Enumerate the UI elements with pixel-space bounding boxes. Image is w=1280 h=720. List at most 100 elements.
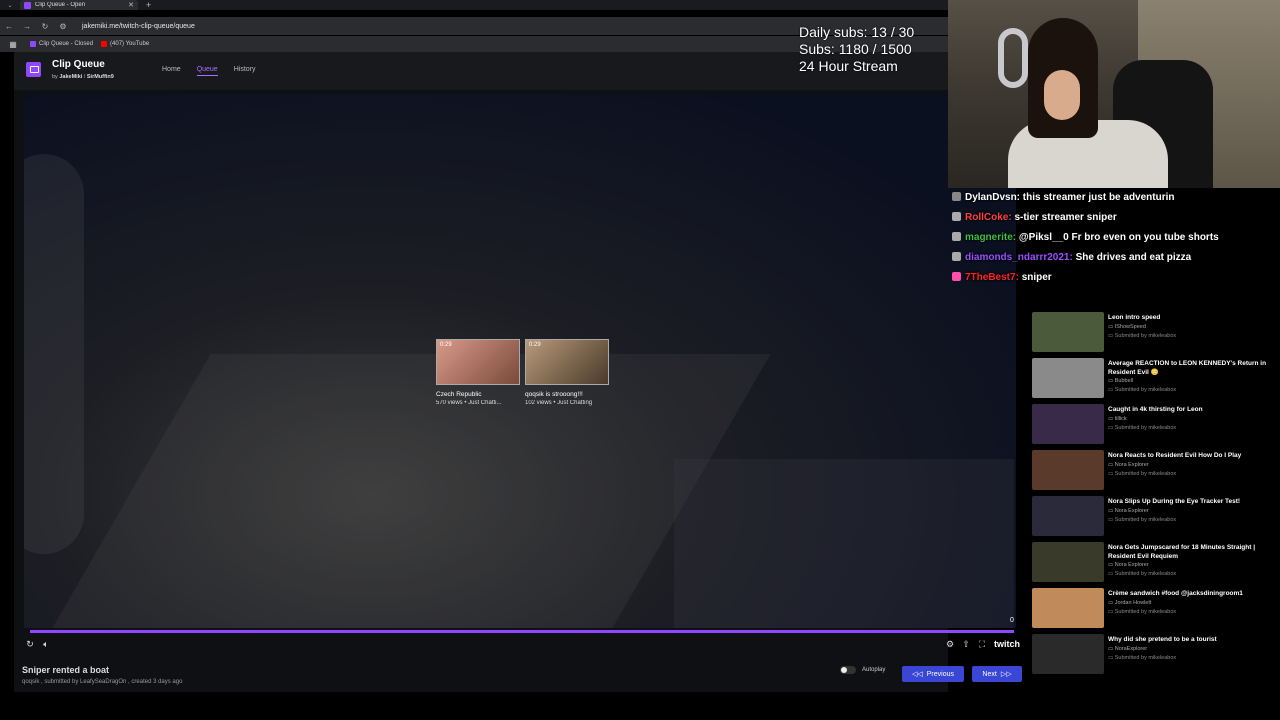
- nav-home[interactable]: Home: [162, 66, 181, 76]
- queue-item-thumbnail[interactable]: [1032, 404, 1104, 444]
- volume-icon[interactable]: 🔈︎: [38, 639, 54, 650]
- queue-item-thumbnail[interactable]: [1032, 496, 1104, 536]
- nav-queue[interactable]: Queue: [196, 66, 218, 76]
- next-label: Next: [982, 670, 997, 678]
- sub-goal-overlay: Daily subs: 13 / 30 Subs: 1180 / 1500 24…: [799, 24, 914, 75]
- chat-message: diamonds_ndarrr2021: She drives and eat …: [948, 248, 1280, 268]
- progress-bar[interactable]: [30, 630, 1014, 633]
- toggle-switch[interactable]: [840, 666, 856, 674]
- related-clip-title: Czech Republic: [436, 391, 482, 398]
- queue-item-title: Why did she pretend to be a tourist: [1108, 636, 1217, 643]
- chat-text: this streamer just be adventurin: [1022, 192, 1175, 203]
- queue-item-channel: ▭ IShowSpeed: [1108, 324, 1146, 330]
- related-clip-thumbnail[interactable]: 0:29: [436, 339, 520, 385]
- queue-item-thumbnail[interactable]: [1032, 312, 1104, 352]
- video-frame-shape: [674, 459, 1014, 628]
- queue-item-thumbnail[interactable]: [1032, 588, 1104, 628]
- browser-tab[interactable]: Clip Queue - Open ✕: [20, 0, 138, 10]
- chat-message: magnerite: @Piksl__0 Fr bro even on you …: [948, 228, 1280, 248]
- queue-item[interactable]: Nora Gets Jumpscared for 18 Minutes Stra…: [1024, 538, 1280, 584]
- queue-item-title: Crème sandwich #food @jacksdiningroom1: [1108, 590, 1243, 597]
- back-icon[interactable]: ←: [0, 22, 18, 31]
- clip-queue-logo-icon[interactable]: [26, 62, 41, 77]
- next-icon: ▷▷: [1000, 671, 1012, 678]
- queue-item-submitter: ▭ Submitted by mikeleabox: [1108, 609, 1177, 615]
- next-button[interactable]: Next ▷▷: [972, 666, 1022, 682]
- forward-icon[interactable]: →: [18, 22, 36, 31]
- tab-title: Clip Queue - Open: [35, 2, 86, 8]
- queue-item[interactable]: Crème sandwich #food @jacksdiningroom1 ▭ …: [1024, 584, 1280, 630]
- settings-icon[interactable]: ⚙: [942, 639, 958, 650]
- reload-icon[interactable]: ↻: [36, 22, 54, 31]
- twitch-favicon-icon: [30, 41, 36, 47]
- share-icon[interactable]: ⇧: [958, 639, 974, 650]
- bookmark-youtube[interactable]: (407) YouTube: [101, 41, 149, 47]
- chat-text: s-tier streamer sniper: [1014, 212, 1117, 223]
- chat-badge-icon: [952, 232, 961, 241]
- queue-item-channel: ▭ Jordan Howlett: [1108, 600, 1152, 606]
- related-clip-thumbnail[interactable]: 0:29: [525, 339, 609, 385]
- queue-item-thumbnail[interactable]: [1032, 450, 1104, 490]
- queue-item-submitter: ▭ Submitted by mikeleabox: [1108, 425, 1177, 431]
- queue-item-title: Nora Slips Up During the Eye Tracker Tes…: [1108, 498, 1241, 505]
- apps-icon[interactable]: ▦: [4, 40, 22, 49]
- clip-meta: qoqsik , submitted by LeafySeaDragOn , c…: [22, 679, 183, 685]
- daily-subs: Daily subs: 13 / 30: [799, 24, 915, 40]
- queue-item-submitter: ▭ Submitted by mikeleabox: [1108, 471, 1177, 477]
- queue-item-channel: ▭ NoraExplorer: [1108, 646, 1148, 652]
- chat-badge-icon: [952, 252, 961, 261]
- nav-history[interactable]: History: [234, 66, 256, 76]
- queue-item[interactable]: Average REACTION to LEON KENNEDY's Retur…: [1024, 354, 1280, 400]
- queue-item-thumbnail[interactable]: [1032, 358, 1104, 398]
- bookmark-clip-queue[interactable]: Clip Queue - Closed: [30, 41, 93, 47]
- queue-item[interactable]: Nora Slips Up During the Eye Tracker Tes…: [1024, 492, 1280, 538]
- queue-item[interactable]: Why did she pretend to be a tourist ▭ Nor…: [1024, 630, 1280, 676]
- chat-message: RollCoke: s-tier streamer sniper: [948, 208, 1280, 228]
- queue-item-title: Nora Reacts to Resident Evil How Do I Pl…: [1108, 452, 1242, 459]
- autoplay-toggle[interactable]: Autoplay: [840, 666, 885, 674]
- screen: ⌄ Clip Queue - Open ✕ + ← → ↻ ⚙ jakemiki…: [0, 0, 1280, 720]
- queue-item-submitter: ▭ Submitted by mikeleabox: [1108, 655, 1177, 661]
- previous-label: Previous: [926, 670, 954, 678]
- fullscreen-icon[interactable]: ⛶: [974, 639, 990, 650]
- youtube-favicon-icon: [101, 41, 108, 47]
- url-field[interactable]: jakemiki.me/twitch-clip-queue/queue: [82, 23, 195, 30]
- chat-username: RollCoke:: [965, 212, 1015, 223]
- chat-username: diamonds_ndarrr2021:: [965, 252, 1076, 263]
- close-tab-icon[interactable]: ✕: [128, 1, 134, 9]
- queue-item-submitter: ▭ Submitted by mikeleabox: [1108, 517, 1177, 523]
- clip-title: Sniper rented a boat: [22, 665, 110, 675]
- queue-item-thumbnail[interactable]: [1032, 634, 1104, 674]
- related-clip[interactable]: 0:29 qoqsik is strooong!!! 102 views • J…: [525, 339, 611, 406]
- tab-list-icon[interactable]: ⌄: [0, 2, 20, 9]
- queue-item[interactable]: Nora Reacts to Resident Evil How Do I Pl…: [1024, 446, 1280, 492]
- queue-item-channel: ▭ tillick: [1108, 416, 1127, 422]
- twitch-logo[interactable]: twitch: [994, 639, 1020, 649]
- by-label: by: [52, 74, 58, 80]
- new-tab-icon[interactable]: +: [146, 0, 151, 10]
- related-clip[interactable]: 0:29 Czech Republic 570 views • Just Cha…: [436, 339, 522, 406]
- bookmark-label: Clip Queue - Closed: [39, 41, 94, 47]
- replay-icon[interactable]: ↻: [22, 639, 38, 650]
- queue-item-title: Leon intro speed: [1108, 314, 1161, 321]
- time-readout: 0: [1010, 617, 1014, 624]
- queue-item-title: Caught in 4k thirsting for Leon: [1108, 406, 1203, 413]
- queue-item[interactable]: Caught in 4k thirsting for Leon ▭ tillick…: [1024, 400, 1280, 446]
- chat-text: She drives and eat pizza: [1075, 252, 1192, 263]
- chat-badge-icon: [952, 212, 961, 221]
- chat-badge-icon: [952, 192, 961, 201]
- previous-icon: ◁◁: [911, 671, 923, 678]
- queue-item-channel: ▭ Nora Explorer: [1108, 508, 1149, 514]
- queue-item-channel: ▭ Bubbell: [1108, 378, 1134, 384]
- author-link[interactable]: JakeMiki: [59, 74, 82, 80]
- video-player[interactable]: 0:29 Czech Republic 570 views • Just Cha…: [24, 94, 1016, 628]
- bookmark-label: (407) YouTube: [110, 41, 150, 47]
- queue-item-submitter: ▭ Submitted by mikeleabox: [1108, 333, 1177, 339]
- queue-item-thumbnail[interactable]: [1032, 542, 1104, 582]
- previous-button[interactable]: ◁◁ Previous: [902, 666, 964, 682]
- chat-text: sniper: [1021, 272, 1052, 283]
- clip-duration: 0:29: [529, 342, 541, 348]
- site-info-icon[interactable]: ⚙: [54, 22, 72, 31]
- queue-item[interactable]: Leon intro speed ▭ IShowSpeed ▭ Submitted …: [1024, 308, 1280, 354]
- author-link[interactable]: SirMuffin9: [87, 74, 114, 80]
